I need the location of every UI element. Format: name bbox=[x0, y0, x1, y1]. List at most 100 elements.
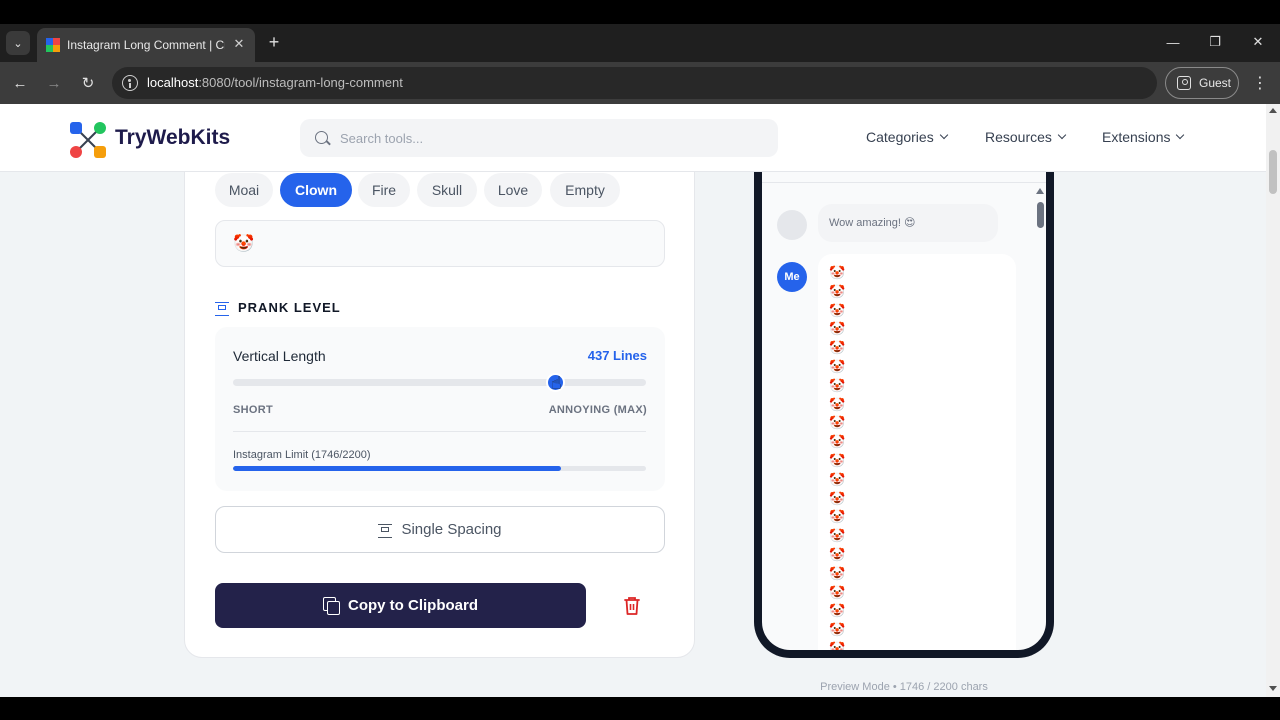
url-text[interactable]: localhost:8080/tool/instagram-long-comme… bbox=[147, 75, 403, 90]
nav-categories[interactable]: Categories bbox=[866, 129, 948, 145]
prank-level-panel: Vertical Length 437 Lines ☝ SHORT ANNOYI… bbox=[215, 327, 665, 491]
emoji-line: 🤡 bbox=[829, 434, 846, 450]
chip-love[interactable]: Love bbox=[484, 173, 542, 207]
emoji-line: 🤡 bbox=[829, 584, 846, 600]
emoji-line: 🤡 bbox=[829, 622, 846, 638]
instagram-limit-fill bbox=[233, 466, 561, 471]
vertical-align-icon bbox=[215, 301, 229, 316]
tab-strip: ⌄ Instagram Long Comment | Cre ✕ + — ❐ ✕ bbox=[0, 24, 1280, 62]
chip-empty[interactable]: Empty bbox=[550, 173, 620, 207]
instagram-limit-label: Instagram Limit (1746/2200) bbox=[233, 449, 371, 461]
guest-profile-button[interactable]: Guest bbox=[1165, 67, 1239, 99]
trash-icon[interactable] bbox=[622, 595, 642, 617]
chip-fire-label: Fire bbox=[371, 182, 397, 198]
restore-icon[interactable]: ❐ bbox=[1200, 32, 1230, 52]
chevron-down-icon bbox=[939, 130, 948, 140]
other-comment: Wow amazing! 😍 bbox=[818, 204, 998, 242]
preview-caption: Preview Mode • 1746 / 2200 chars bbox=[820, 681, 988, 693]
vertical-length-label: Vertical Length bbox=[233, 348, 326, 364]
avatar bbox=[777, 210, 807, 240]
reload-icon[interactable]: ↻ bbox=[76, 71, 100, 95]
back-icon[interactable]: ← bbox=[8, 71, 32, 95]
favicon-icon bbox=[46, 38, 60, 52]
forward-icon[interactable]: → bbox=[42, 71, 66, 95]
scroll-up-icon[interactable] bbox=[1269, 108, 1277, 113]
hand-cursor-icon: ☝ bbox=[551, 373, 562, 393]
emoji-line: 🤡 bbox=[829, 321, 846, 337]
nav-resources[interactable]: Resources bbox=[985, 129, 1067, 145]
browser-tab[interactable]: Instagram Long Comment | Cre ✕ bbox=[37, 28, 255, 62]
close-tab-icon[interactable]: ✕ bbox=[231, 36, 247, 52]
url-path: :8080/tool/instagram-long-comment bbox=[198, 75, 403, 90]
slider-max-label: ANNOYING (MAX) bbox=[548, 404, 647, 416]
chevron-down-icon bbox=[1057, 130, 1067, 140]
single-spacing-label: Single Spacing bbox=[401, 521, 502, 538]
emoji-line: 🤡 bbox=[829, 528, 846, 544]
page-scrollbar[interactable] bbox=[1266, 104, 1280, 697]
phone-preview: Wow amazing! 😍 Me 🤡 🤡 🤡 🤡 🤡 🤡 🤡 🤡 🤡 🤡 🤡 🤡 🤡 🤡 🤡 🤡 🤡 🤡 🤡 🤡 🤡 bbox=[754, 116, 1054, 658]
chip-fire[interactable]: Fire bbox=[358, 173, 410, 207]
emoji-line: 🤡 bbox=[829, 546, 846, 562]
profile-icon bbox=[1177, 76, 1191, 90]
prank-level-title: PRANK LEVEL bbox=[238, 300, 341, 315]
chip-skull[interactable]: Skull bbox=[417, 173, 477, 207]
browser-menu-icon[interactable]: ⋮ bbox=[1250, 71, 1270, 95]
copy-to-clipboard-button[interactable]: Copy to Clipboard bbox=[215, 583, 586, 628]
divider bbox=[762, 182, 1046, 183]
instagram-limit-bar bbox=[233, 466, 646, 471]
search-input[interactable] bbox=[340, 128, 760, 148]
nav-extensions[interactable]: Extensions bbox=[1102, 129, 1185, 145]
emoji-line: 🤡 bbox=[829, 340, 846, 356]
search-box[interactable] bbox=[300, 119, 778, 157]
nav-categories-label: Categories bbox=[866, 129, 934, 145]
emoji-line: 🤡 bbox=[829, 415, 846, 431]
scroll-thumb[interactable] bbox=[1036, 202, 1044, 228]
chip-moai[interactable]: Moai bbox=[215, 173, 273, 207]
vertical-length-slider[interactable]: ☝ bbox=[233, 373, 646, 393]
chevron-down-icon bbox=[1176, 130, 1185, 140]
emoji-line: 🤡 bbox=[829, 603, 846, 619]
tab-title: Instagram Long Comment | Cre bbox=[67, 38, 225, 52]
emoji-line: 🤡 bbox=[829, 471, 846, 487]
close-window-icon[interactable]: ✕ bbox=[1243, 32, 1273, 52]
scroll-thumb[interactable] bbox=[1269, 150, 1277, 194]
emoji-line: 🤡 bbox=[829, 452, 846, 468]
emoji-line: 🤡 bbox=[829, 265, 846, 280]
my-comment: 🤡 🤡 🤡 🤡 🤡 🤡 🤡 🤡 🤡 🤡 🤡 🤡 🤡 🤡 🤡 🤡 🤡 🤡 🤡 🤡 🤡 bbox=[818, 254, 1016, 650]
slider-min-label: SHORT bbox=[233, 404, 273, 416]
emoji-line: 🤡 bbox=[829, 283, 846, 299]
emoji-line: 🤡 bbox=[829, 358, 846, 374]
tab-search-icon[interactable]: ⌄ bbox=[6, 31, 30, 55]
copy-button-label: Copy to Clipboard bbox=[348, 597, 478, 614]
scroll-down-icon[interactable] bbox=[1269, 686, 1277, 691]
spacing-icon bbox=[378, 523, 393, 538]
emoji-line: 🤡 bbox=[829, 640, 846, 650]
my-avatar: Me bbox=[777, 262, 807, 292]
chip-clown[interactable]: Clown bbox=[280, 173, 352, 207]
guest-label: Guest bbox=[1199, 76, 1232, 90]
chip-moai-label: Moai bbox=[228, 182, 260, 198]
emoji-line: 🤡 bbox=[829, 565, 846, 581]
scroll-up-icon[interactable] bbox=[1036, 188, 1044, 194]
new-tab-icon[interactable]: + bbox=[264, 32, 284, 52]
os-bottom-bar bbox=[0, 697, 1280, 720]
browser-toolbar: ← → ↻ localhost:8080/tool/instagram-long… bbox=[0, 62, 1280, 104]
page: TryWebKits Categories Resources Extensio… bbox=[0, 104, 1266, 697]
emoji-line: 🤡 bbox=[829, 377, 846, 393]
url-host: localhost bbox=[147, 75, 199, 90]
logo-text[interactable]: TryWebKits bbox=[115, 126, 230, 150]
custom-emoji-value: 🤡 bbox=[233, 234, 255, 253]
search-icon bbox=[315, 131, 328, 144]
single-spacing-button[interactable]: Single Spacing bbox=[215, 506, 665, 553]
site-info-icon[interactable] bbox=[122, 75, 138, 91]
emoji-line: 🤡 bbox=[829, 396, 846, 412]
address-bar[interactable]: localhost:8080/tool/instagram-long-comme… bbox=[112, 67, 1157, 99]
prank-level-heading: PRANK LEVEL bbox=[215, 300, 341, 316]
minimize-icon[interactable]: — bbox=[1158, 32, 1188, 52]
custom-emoji-input[interactable]: 🤡 bbox=[215, 220, 665, 267]
chip-love-label: Love bbox=[497, 182, 529, 198]
divider bbox=[233, 431, 646, 432]
logo-icon[interactable] bbox=[69, 121, 107, 159]
emoji-line: 🤡 bbox=[829, 509, 846, 525]
preview-scrollbar[interactable] bbox=[1036, 188, 1044, 648]
